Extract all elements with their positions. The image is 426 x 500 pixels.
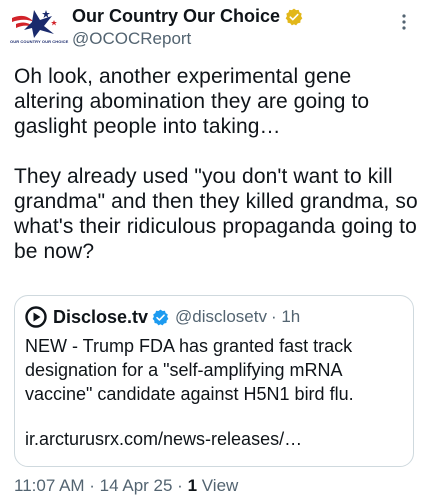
view-count: 1 (187, 476, 198, 495)
avatar-caption: OUR COUNTRY OUR CHOICE (10, 39, 69, 44)
quote-text: NEW - Trump FDA has granted fast track d… (25, 336, 354, 404)
author-handle[interactable]: @OCOCReport (72, 29, 191, 49)
tweet-meta: 11:07 AM · 14 Apr 25 · 1 View (14, 476, 238, 496)
quote-author-handle: @disclosetv (175, 307, 267, 326)
tweet-header: OUR COUNTRY OUR CHOICE Our Country Our C… (0, 0, 426, 56)
tweet-timestamp[interactable]: 11:07 AM · 14 Apr 25 · (14, 476, 188, 495)
author-name-text: Our Country Our Choice (72, 6, 281, 26)
eagle-flag-logo-icon (12, 10, 57, 38)
author-name[interactable]: Our Country Our Choice (72, 6, 303, 27)
verified-badge-icon (152, 309, 169, 325)
quote-header: Disclose.tv @disclosetv · 1h (25, 306, 300, 328)
quote-link[interactable]: ir.arcturusrx.com/news-releases/… (25, 429, 302, 450)
more-vertical-icon[interactable] (396, 12, 412, 32)
view-label: View (197, 476, 239, 495)
avatar[interactable]: OUR COUNTRY OUR CHOICE (10, 6, 69, 50)
tweet-text: Oh look, another experimental gene alter… (14, 65, 418, 263)
quoted-tweet[interactable]: Disclose.tv @disclosetv · 1h NEW - Trump… (14, 295, 414, 467)
verified-badge-icon (285, 8, 303, 25)
play-circle-icon (25, 306, 47, 328)
quote-time: · 1h (270, 307, 301, 326)
quote-author-name: Disclose.tv (53, 306, 149, 327)
